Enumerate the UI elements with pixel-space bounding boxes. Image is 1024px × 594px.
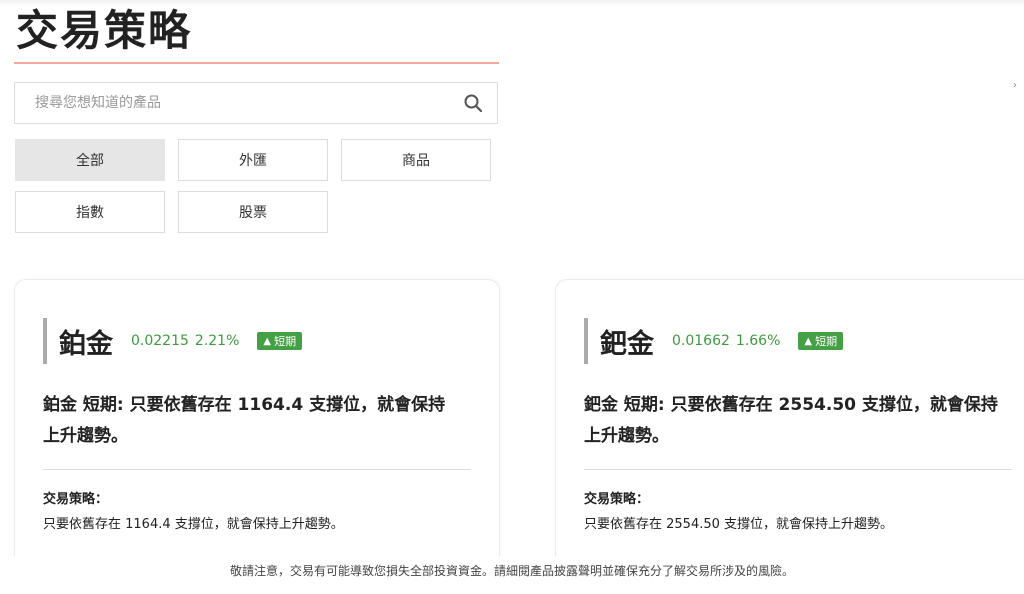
- strategy-card-platinum[interactable]: 鉑金 0.02215 2.21% ▲ 短期 鉑金 短期: 只要依舊存在 1164…: [14, 279, 500, 579]
- instrument-name: 鉑金: [59, 328, 113, 360]
- search-input[interactable]: [15, 83, 445, 123]
- term-badge-label: 短期: [815, 335, 838, 348]
- triangle-up-icon: ▲: [263, 335, 272, 347]
- card-headline: 鉑金 短期: 只要依舊存在 1164.4 支撐位，就會保持 上升趨勢。: [43, 390, 475, 452]
- search-box: [14, 82, 498, 124]
- price-change: 0.01662: [672, 333, 730, 349]
- filter-stocks-button[interactable]: 股票: [178, 191, 328, 233]
- price-change: 0.02215: [131, 333, 189, 349]
- page-title: 交易策略: [16, 6, 193, 55]
- card-header: 鉑金 0.02215 2.21% ▲ 短期: [43, 318, 303, 364]
- card-headline-line2: 上升趨勢。: [43, 426, 128, 446]
- title-underline: [14, 62, 499, 64]
- price-change-percent: 1.66%: [735, 333, 781, 349]
- card-header: 鈀金 0.01662 1.66% ▲ 短期: [584, 318, 844, 364]
- filter-forex-button[interactable]: 外匯: [178, 139, 328, 181]
- triangle-up-icon: ▲: [804, 335, 813, 347]
- card-divider: [584, 469, 1012, 470]
- card-headline-line1: 鈀金 短期: 只要依舊存在 2554.50 支撐位，就會保持: [584, 395, 998, 415]
- term-badge: ▲ 短期: [257, 332, 303, 350]
- term-badge-label: 短期: [274, 335, 297, 348]
- instrument-name: 鈀金: [600, 328, 654, 360]
- card-divider: [43, 469, 471, 470]
- filter-all-button[interactable]: 全部: [15, 139, 165, 181]
- card-accent-bar: [584, 318, 588, 364]
- card-headline: 鈀金 短期: 只要依舊存在 2554.50 支撐位，就會保持 上升趨勢。: [584, 390, 1016, 452]
- page: 交易策略 全部 外匯 商品 指數 股票 › 鉑金 0.02215 2.21% ▲…: [0, 0, 1024, 594]
- scroll-marker: ›: [1013, 80, 1017, 91]
- card-headline-line1: 鉑金 短期: 只要依舊存在 1164.4 支撐位，就會保持: [43, 395, 446, 415]
- strategy-text: 只要依舊存在 2554.50 支撐位，就會保持上升趨勢。: [584, 517, 894, 532]
- risk-disclaimer: 敬請注意，交易有可能導致您損失全部投資資金。請細閱產品披露聲明並確保充分了解交易…: [0, 556, 1024, 594]
- search-icon[interactable]: [463, 93, 483, 113]
- strategy-text: 只要依舊存在 1164.4 支撐位，就會保持上升趨勢。: [43, 517, 344, 532]
- strategy-card-palladium[interactable]: 鈀金 0.01662 1.66% ▲ 短期 鈀金 短期: 只要依舊存在 2554…: [555, 279, 1024, 579]
- card-headline-line2: 上升趨勢。: [584, 426, 669, 446]
- strategy-label: 交易策略：: [584, 492, 650, 507]
- filter-commodities-button[interactable]: 商品: [341, 139, 491, 181]
- filter-indices-button[interactable]: 指數: [15, 191, 165, 233]
- term-badge: ▲ 短期: [798, 332, 844, 350]
- card-accent-bar: [43, 318, 47, 364]
- strategy-label: 交易策略：: [43, 492, 109, 507]
- price-change-percent: 2.21%: [194, 333, 240, 349]
